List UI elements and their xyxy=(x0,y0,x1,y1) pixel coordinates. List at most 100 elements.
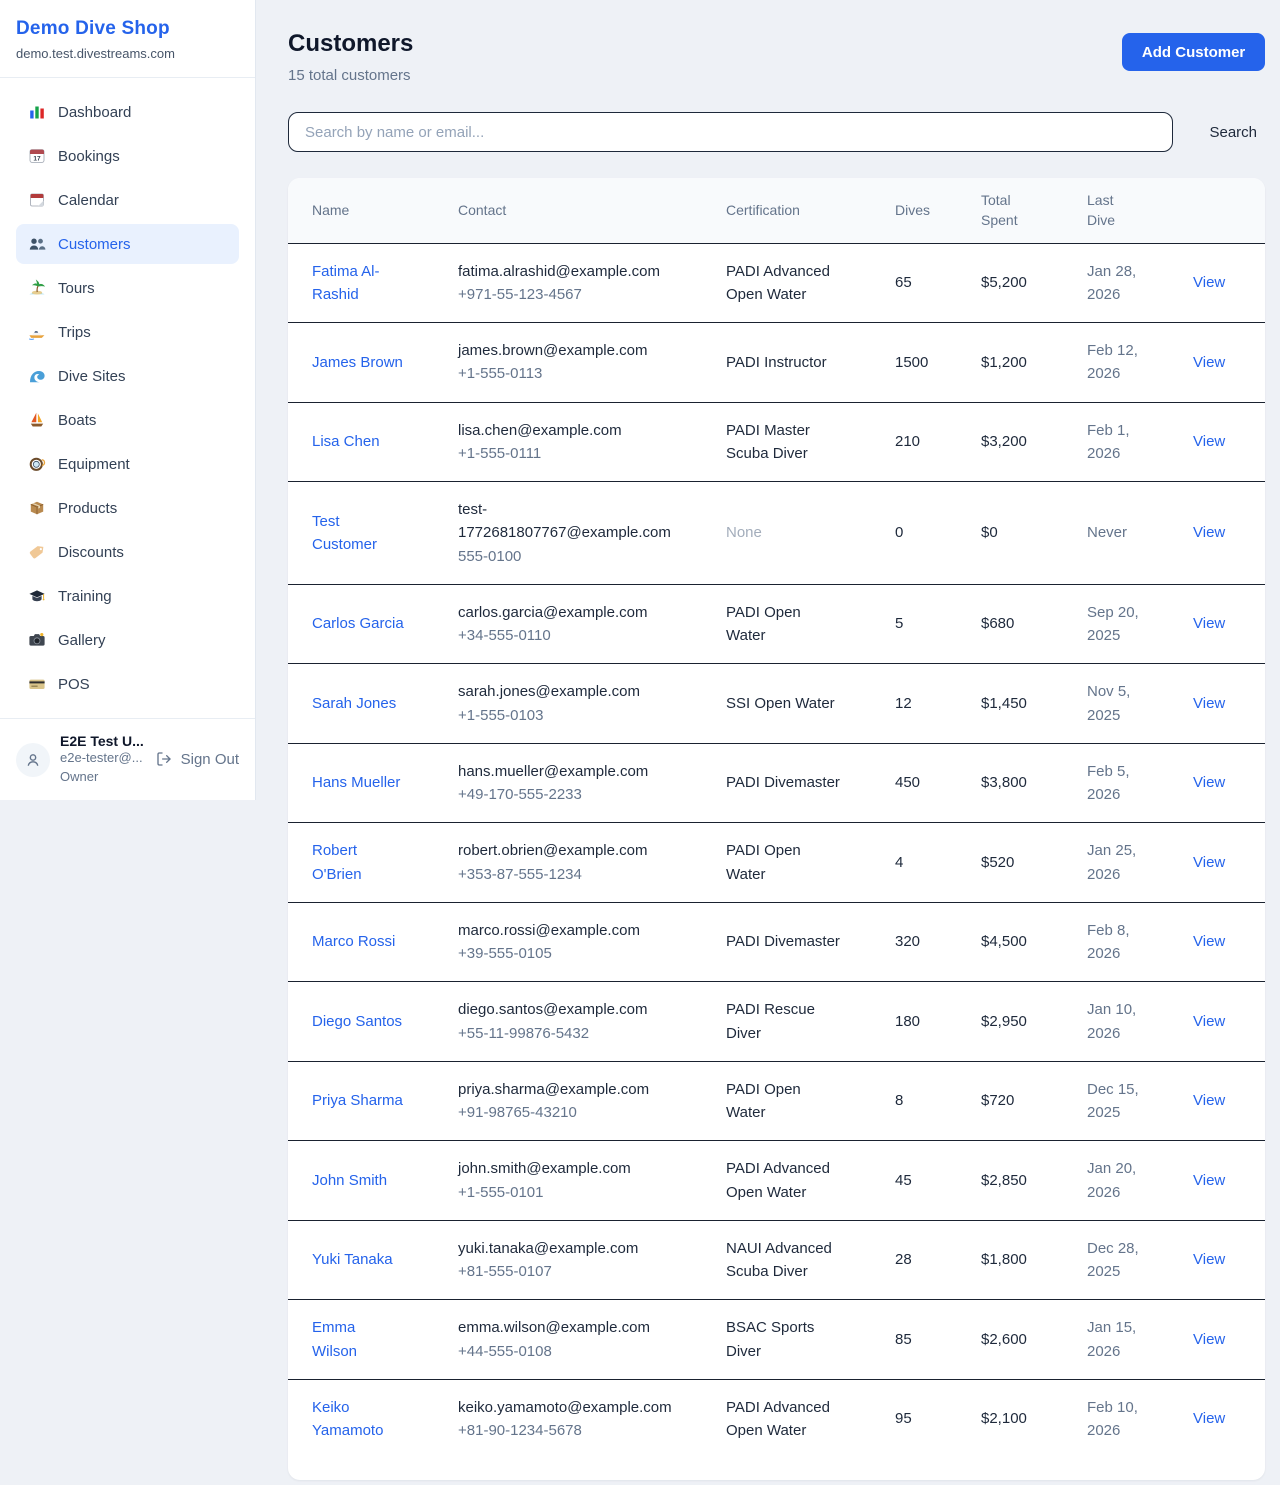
sidebar-item-label: Boats xyxy=(58,412,96,429)
sidebar-item-gallery[interactable]: Gallery xyxy=(16,620,239,660)
credit-card-icon xyxy=(28,675,46,693)
dives-count: 12 xyxy=(895,676,981,731)
customer-phone: +39-555-0105 xyxy=(458,942,670,965)
last-dive: Jan 15, 2026 xyxy=(1087,1316,1149,1363)
total-spent: $5,200 xyxy=(981,255,1087,310)
column-header: Dives xyxy=(895,188,981,232)
sidebar-item-training[interactable]: Training xyxy=(16,576,239,616)
certification: BSAC Sports Diver xyxy=(726,1316,844,1363)
table-header-row: NameContactCertificationDivesTotal Spent… xyxy=(288,178,1265,244)
view-link[interactable]: View xyxy=(1193,1410,1225,1427)
dives-count: 85 xyxy=(895,1312,981,1367)
view-link[interactable]: View xyxy=(1193,933,1225,950)
customer-name-link[interactable]: Hans Mueller xyxy=(312,771,400,794)
total-spent: $4,500 xyxy=(981,914,1087,969)
certification: PADI Divemaster xyxy=(726,771,844,794)
sidebar-item-products[interactable]: Products xyxy=(16,488,239,528)
customer-phone: +91-98765-43210 xyxy=(458,1101,670,1124)
contact-cell: carlos.garcia@example.com+34-555-0110 xyxy=(458,585,726,664)
table-row: James Brown james.brown@example.com+1-555… xyxy=(288,323,1265,403)
add-customer-button[interactable]: Add Customer xyxy=(1122,33,1265,71)
search-button[interactable]: Search xyxy=(1201,124,1265,141)
view-link[interactable]: View xyxy=(1193,1013,1225,1030)
shop-domain: demo.test.divestreams.com xyxy=(16,46,239,61)
table-row: Keiko Yamamoto keiko.yamamoto@example.com… xyxy=(288,1380,1265,1459)
sidebar-item-dashboard[interactable]: Dashboard xyxy=(16,92,239,132)
view-link[interactable]: View xyxy=(1193,524,1225,541)
contact-cell: james.brown@example.com+1-555-0113 xyxy=(458,323,726,402)
view-link[interactable]: View xyxy=(1193,615,1225,632)
sidebar-item-equipment[interactable]: Equipment xyxy=(16,444,239,484)
certification: PADI Open Water xyxy=(726,601,844,648)
sidebar-item-discounts[interactable]: Discounts xyxy=(16,532,239,572)
last-dive: Jan 25, 2026 xyxy=(1087,839,1149,886)
customer-phone: +44-555-0108 xyxy=(458,1340,670,1363)
last-dive: Feb 12, 2026 xyxy=(1087,339,1149,386)
customer-name-link[interactable]: Marco Rossi xyxy=(312,930,395,953)
view-link[interactable]: View xyxy=(1193,354,1225,371)
sidebar-item-bookings[interactable]: 17Bookings xyxy=(16,136,239,176)
customer-name-link[interactable]: Keiko Yamamoto xyxy=(312,1396,404,1443)
view-link[interactable]: View xyxy=(1193,433,1225,450)
customer-name-link[interactable]: Carlos Garcia xyxy=(312,612,404,635)
last-dive: Dec 15, 2025 xyxy=(1087,1078,1149,1125)
customer-name-link[interactable]: James Brown xyxy=(312,351,403,374)
sidebar-item-tours[interactable]: Tours xyxy=(16,268,239,308)
certification: PADI Open Water xyxy=(726,839,844,886)
view-link[interactable]: View xyxy=(1193,695,1225,712)
customer-email: carlos.garcia@example.com xyxy=(458,601,670,624)
customer-name-link[interactable]: Robert O'Brien xyxy=(312,839,404,886)
contact-cell: marco.rossi@example.com+39-555-0105 xyxy=(458,903,726,982)
table-row: Sarah Jonessarah.jones@example.com+1-555… xyxy=(288,664,1265,744)
last-dive: Sep 20, 2025 xyxy=(1087,601,1149,648)
customer-email: robert.obrien@example.com xyxy=(458,839,670,862)
total-spent: $3,800 xyxy=(981,755,1087,810)
last-dive: Nov 5, 2025 xyxy=(1087,680,1149,727)
sign-out-button[interactable]: Sign Out xyxy=(156,751,239,769)
sidebar-item-dive-sites[interactable]: Dive Sites xyxy=(16,356,239,396)
table-body: Fatima Al-Rashid fatima.alrashid@example.… xyxy=(288,244,1265,1459)
search-input[interactable] xyxy=(288,112,1173,152)
customer-email: keiko.yamamoto@example.com xyxy=(458,1396,670,1419)
sidebar-item-pos[interactable]: POS xyxy=(16,664,239,704)
customer-name-link[interactable]: Yuki Tanaka xyxy=(312,1248,393,1271)
dives-count: 450 xyxy=(895,755,981,810)
view-link[interactable]: View xyxy=(1193,1251,1225,1268)
customer-phone: +81-90-1234-5678 xyxy=(458,1419,670,1442)
sidebar-item-customers[interactable]: Customers xyxy=(16,224,239,264)
certification: PADI Instructor xyxy=(726,351,844,374)
sidebar-item-boats[interactable]: Boats xyxy=(16,400,239,440)
customer-name-link[interactable]: Test Customer xyxy=(312,510,404,557)
sidebar-item-trips[interactable]: Trips xyxy=(16,312,239,352)
view-link[interactable]: View xyxy=(1193,774,1225,791)
customer-name-link[interactable]: Lisa Chen xyxy=(312,430,380,453)
view-link[interactable]: View xyxy=(1193,1331,1225,1348)
view-link[interactable]: View xyxy=(1193,854,1225,871)
speedboat-icon xyxy=(28,323,46,341)
table-row: Marco Rossi marco.rossi@example.com+39-55… xyxy=(288,903,1265,983)
customer-email: fatima.alrashid@example.com xyxy=(458,260,670,283)
table-row: Hans Muellerhans.mueller@example.com+49-… xyxy=(288,744,1265,824)
customer-name-link[interactable]: Diego Santos xyxy=(312,1010,402,1033)
wave-icon xyxy=(28,367,46,385)
certification: PADI Master Scuba Diver xyxy=(726,419,844,466)
customer-phone: +49-170-555-2233 xyxy=(458,783,670,806)
customer-name-link[interactable]: Priya Sharma xyxy=(312,1089,403,1112)
customer-name-link[interactable]: Fatima Al-Rashid xyxy=(312,260,404,307)
sidebar-item-label: Calendar xyxy=(58,192,119,209)
customer-name-link[interactable]: Emma Wilson xyxy=(312,1316,404,1363)
view-link[interactable]: View xyxy=(1193,1172,1225,1189)
view-link[interactable]: View xyxy=(1193,274,1225,291)
view-link[interactable]: View xyxy=(1193,1092,1225,1109)
dives-count: 8 xyxy=(895,1073,981,1128)
customer-name-link[interactable]: Sarah Jones xyxy=(312,692,396,715)
last-dive: Jan 28, 2026 xyxy=(1087,260,1149,307)
total-spent: $2,600 xyxy=(981,1312,1087,1367)
sign-out-label: Sign Out xyxy=(181,751,239,768)
sidebar-item-calendar[interactable]: Calendar xyxy=(16,180,239,220)
total-spent: $3,200 xyxy=(981,414,1087,469)
tear-calendar-icon xyxy=(28,191,46,209)
customer-phone: +1-555-0111 xyxy=(458,442,670,465)
sidebar-item-label: Equipment xyxy=(58,456,130,473)
customer-name-link[interactable]: John Smith xyxy=(312,1169,387,1192)
